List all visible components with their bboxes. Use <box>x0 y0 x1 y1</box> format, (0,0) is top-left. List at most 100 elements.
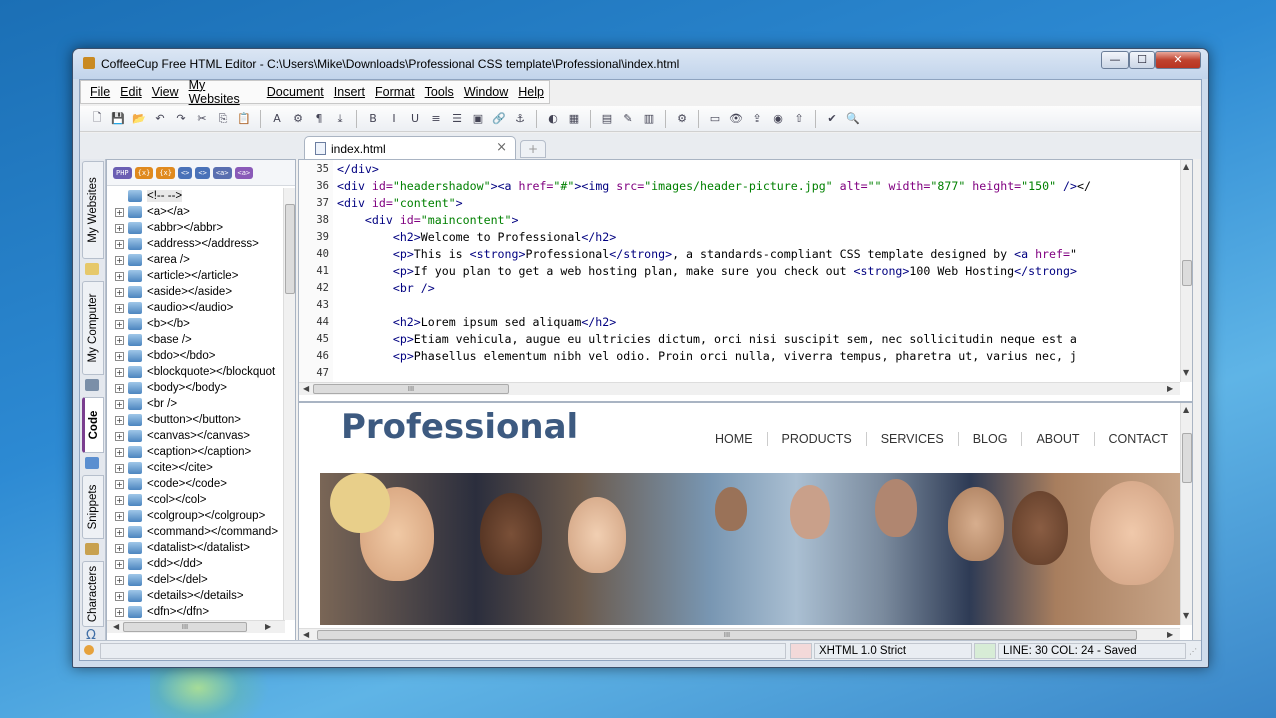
expand-icon[interactable]: + <box>115 351 124 361</box>
columns-icon[interactable]: ▥ <box>640 110 658 128</box>
list-item[interactable]: + <body></body> <box>107 380 285 396</box>
menu-window[interactable]: Window <box>459 85 513 99</box>
publish-icon[interactable]: ⇧ <box>790 110 808 128</box>
code-line[interactable] <box>337 365 1177 382</box>
code-line[interactable]: <div id="content"> <box>337 195 1177 212</box>
expand-icon[interactable]: + <box>115 479 124 489</box>
expand-icon[interactable]: + <box>115 367 124 377</box>
expand-icon[interactable]: + <box>115 271 124 281</box>
list-item[interactable]: + <dd></dd> <box>107 556 285 572</box>
color-picker-icon[interactable]: ◐ <box>544 110 562 128</box>
list-item[interactable]: + <a></a> <box>107 204 285 220</box>
tab-close-icon[interactable]: × <box>496 140 507 155</box>
link-icon[interactable]: 🔗 <box>490 110 508 128</box>
code-vscroll[interactable]: ▲ ▼ <box>1180 160 1192 382</box>
save-icon[interactable]: 💾 <box>109 110 127 128</box>
menu-document[interactable]: Document <box>262 85 329 99</box>
paste-icon[interactable]: 📋 <box>235 110 253 128</box>
align-icon[interactable]: ≡ <box>427 110 445 128</box>
expand-icon[interactable]: + <box>115 239 124 249</box>
list-item[interactable]: + <details></details> <box>107 588 285 604</box>
list-item[interactable]: + <article></article> <box>107 268 285 284</box>
minimize-button[interactable]: — <box>1101 51 1129 69</box>
scroll-up-arrow[interactable]: ▲ <box>1183 162 1189 171</box>
preview-icon[interactable]: 👁 <box>727 110 745 128</box>
list-item[interactable]: + <aside></aside> <box>107 284 285 300</box>
code-line[interactable]: <div id="maincontent"> <box>337 212 1177 229</box>
code-line[interactable]: </div> <box>337 161 1177 178</box>
code-lines[interactable]: </div> <div id="headershadow"><a href="#"… <box>337 161 1177 383</box>
tag-filter-button[interactable]: <a> <box>212 166 232 179</box>
code-line[interactable]: <p>This is <strong>Professional</strong>… <box>337 246 1177 263</box>
tab-characters[interactable]: Characters <box>82 561 104 627</box>
tab-my-computer[interactable]: My Computer <box>82 281 104 375</box>
list-item[interactable]: +<!-- --> <box>107 188 285 204</box>
expand-icon[interactable]: + <box>115 511 124 521</box>
list-item[interactable]: + <bdo></bdo> <box>107 348 285 364</box>
preview-vscroll-thumb[interactable] <box>1182 433 1192 483</box>
menu-file[interactable]: File <box>85 85 115 99</box>
doctype-status[interactable]: XHTML 1.0 Strict <box>814 643 972 659</box>
spellcheck-icon[interactable]: ✔ <box>823 110 841 128</box>
italic-icon[interactable]: I <box>385 110 403 128</box>
layout-icon[interactable]: ▭ <box>706 110 724 128</box>
upload-icon[interactable]: ⇪ <box>748 110 766 128</box>
globe-icon[interactable]: ◉ <box>769 110 787 128</box>
anchor-icon[interactable]: ⚓ <box>511 110 529 128</box>
list-item[interactable]: + <del></del> <box>107 572 285 588</box>
menu-insert[interactable]: Insert <box>329 85 370 99</box>
list-item[interactable]: + <colgroup></colgroup> <box>107 508 285 524</box>
code-hscroll-thumb[interactable]: III <box>313 384 509 394</box>
paragraph-icon[interactable]: ¶ <box>310 110 328 128</box>
code-line[interactable]: <div id="headershadow"><a href="#"><img … <box>337 178 1177 195</box>
code-editor[interactable]: 35 36 37 38 39 40 41 42 43 44 45 46 47 </div> <div id… <box>298 159 1193 402</box>
code-line[interactable]: <br /> <box>337 280 1177 297</box>
edit-icon[interactable]: ✎ <box>619 110 637 128</box>
preview-nav-blog[interactable]: BLOG <box>957 432 1022 446</box>
list-item[interactable]: + <caption></caption> <box>107 444 285 460</box>
image-icon[interactable]: ▣ <box>469 110 487 128</box>
tag-icon[interactable]: ⚙ <box>289 110 307 128</box>
expand-icon[interactable]: + <box>115 527 124 537</box>
cut-icon[interactable]: ✂ <box>193 110 211 128</box>
expand-icon[interactable]: + <box>115 447 124 457</box>
tag-filter-button[interactable]: <> <box>195 166 210 179</box>
scroll-right-arrow[interactable]: ▶ <box>265 622 271 631</box>
search-icon[interactable]: 🔍 <box>844 110 862 128</box>
tab-snippets[interactable]: Snippets <box>82 475 104 539</box>
list-item[interactable]: + <button></button> <box>107 412 285 428</box>
preview-vscroll[interactable]: ▲ ▼ <box>1180 403 1192 625</box>
form-icon[interactable]: ▤ <box>598 110 616 128</box>
preview-nav-services[interactable]: SERVICES <box>865 432 958 446</box>
list-item[interactable]: + <blockquote></blockquot <box>107 364 285 380</box>
tag-filter-button[interactable]: PHP <box>113 166 132 179</box>
table-icon[interactable]: ▦ <box>565 110 583 128</box>
expand-icon[interactable]: + <box>115 335 124 345</box>
code-line[interactable] <box>337 297 1177 314</box>
underline-icon[interactable]: U <box>406 110 424 128</box>
font-icon[interactable]: A <box>268 110 286 128</box>
expand-icon[interactable]: + <box>115 463 124 473</box>
list-item[interactable]: + <dfn></dfn> <box>107 604 285 620</box>
preview-nav-home[interactable]: HOME <box>701 432 767 446</box>
menu-edit[interactable]: Edit <box>115 85 147 99</box>
download-icon[interactable]: ⤓ <box>331 110 349 128</box>
validation-icon[interactable] <box>790 643 812 659</box>
menu-my-websites[interactable]: My Websites <box>184 78 262 106</box>
expand-icon[interactable]: + <box>115 607 124 617</box>
expand-icon[interactable]: + <box>115 575 124 585</box>
scroll-down-arrow[interactable]: ▼ <box>1183 611 1189 620</box>
tag-list-scroll-thumb[interactable] <box>285 204 295 294</box>
maximize-button[interactable]: ☐ <box>1129 51 1155 69</box>
tag-filter-button[interactable]: {x} <box>156 166 175 179</box>
list-item[interactable]: + <area /> <box>107 252 285 268</box>
list-icon[interactable]: ☰ <box>448 110 466 128</box>
list-item[interactable]: + <cite></cite> <box>107 460 285 476</box>
list-item[interactable]: + <col></col> <box>107 492 285 508</box>
tab-my-websites[interactable]: My Websites <box>82 161 104 259</box>
expand-icon[interactable]: + <box>115 303 124 313</box>
redo-icon[interactable]: ↷ <box>172 110 190 128</box>
close-button[interactable]: ✕ <box>1155 51 1201 69</box>
copy-icon[interactable]: ⎘ <box>214 110 232 128</box>
list-item[interactable]: + <address></address> <box>107 236 285 252</box>
